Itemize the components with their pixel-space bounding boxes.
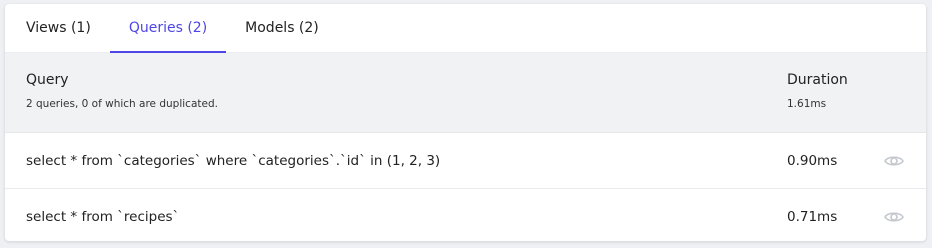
eye-icon[interactable]	[883, 207, 905, 227]
debug-panel: Views (1) Queries (2) Models (2) Query 2…	[5, 4, 926, 241]
queries-header: Query 2 queries, 0 of which are duplicat…	[5, 53, 926, 133]
query-duration: 0.71ms	[787, 208, 838, 225]
query-sql: select * from `categories` where `catego…	[26, 152, 441, 169]
query-summary: 2 queries, 0 of which are duplicated.	[26, 98, 218, 110]
tab-views[interactable]: Views (1)	[7, 4, 110, 52]
query-row: select * from `categories` where `catego…	[5, 133, 926, 189]
duration-total: 1.61ms	[787, 98, 827, 110]
duration-column-header: Duration	[787, 72, 848, 88]
query-sql: select * from `recipes`	[26, 208, 180, 225]
tab-bar: Views (1) Queries (2) Models (2)	[5, 4, 926, 53]
query-row: select * from `recipes` 0.71ms	[5, 189, 926, 241]
tab-queries[interactable]: Queries (2)	[109, 4, 227, 53]
eye-icon[interactable]	[883, 151, 905, 171]
query-duration: 0.90ms	[787, 152, 838, 169]
tab-models[interactable]: Models (2)	[226, 4, 338, 52]
query-column-header: Query	[26, 72, 69, 88]
query-list: select * from `categories` where `catego…	[5, 133, 926, 241]
